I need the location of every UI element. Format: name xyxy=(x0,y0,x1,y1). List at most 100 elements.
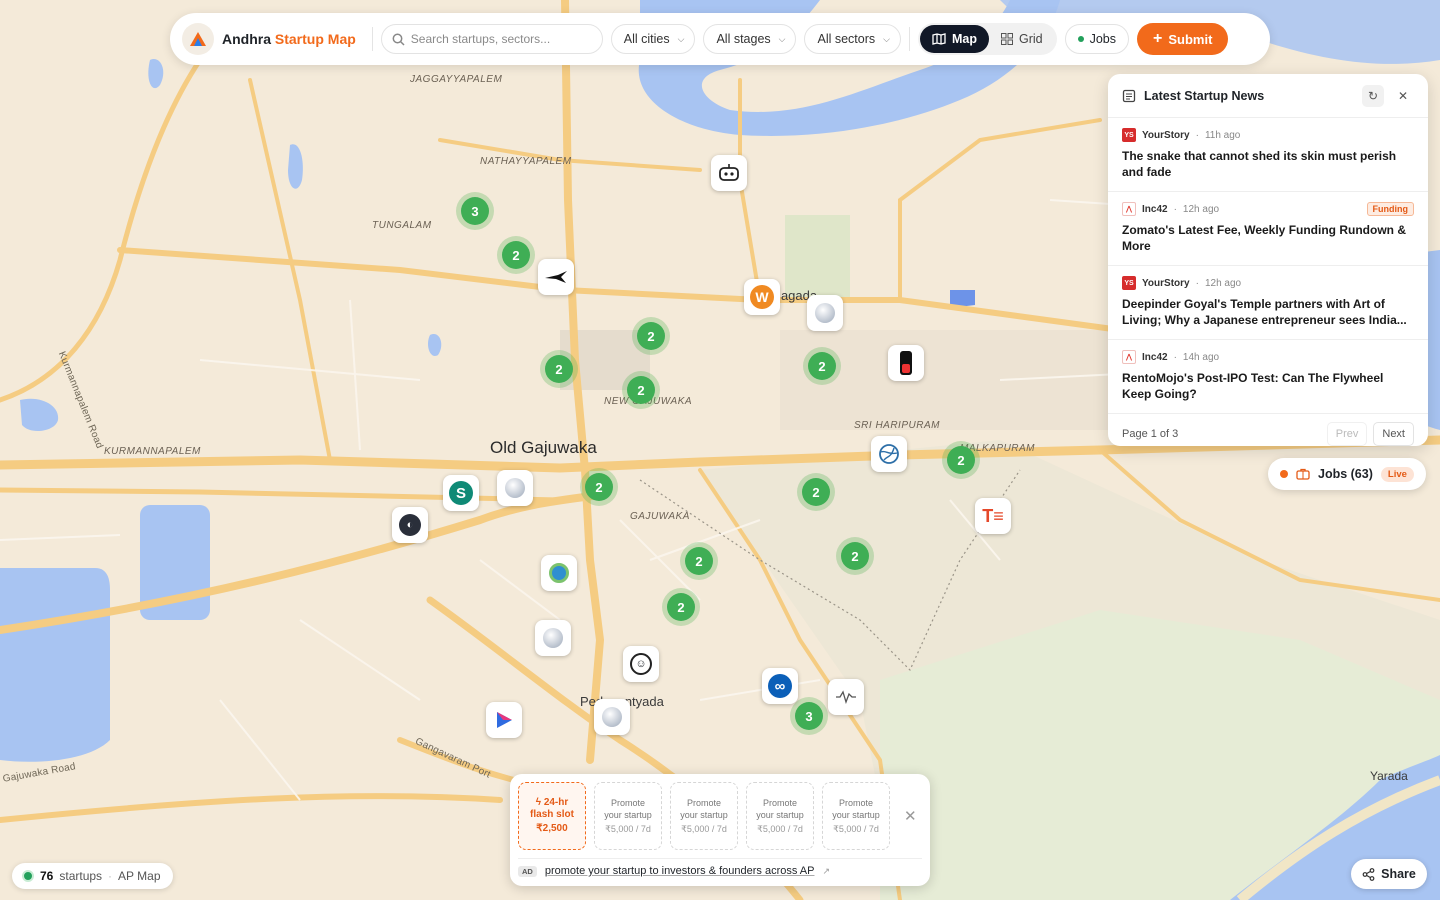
yourstory-logo-icon: YS xyxy=(1122,276,1136,290)
news-item[interactable]: ⋀ Inc42 · 14h ago RentoMojo's Post-IPO T… xyxy=(1108,340,1428,414)
te-logo-icon[interactable]: T≡ xyxy=(975,498,1011,534)
place-label: Yarada xyxy=(1370,769,1408,783)
ad-badge: AD xyxy=(518,865,537,877)
battery-logo-icon[interactable] xyxy=(888,345,924,381)
news-headline: The snake that cannot shed its skin must… xyxy=(1122,149,1397,179)
lightning-icon: ϟ xyxy=(535,797,544,808)
divider xyxy=(371,27,373,51)
next-button[interactable]: Next xyxy=(1373,422,1414,446)
cluster-marker[interactable]: 2 xyxy=(580,468,618,506)
cluster-marker[interactable]: 2 xyxy=(680,542,718,580)
place-label: TUNGALAM xyxy=(372,220,432,231)
promote-slot-card[interactable]: Promote your startup ₹5,000 / 7d xyxy=(822,782,890,850)
news-item[interactable]: ⋀ Inc42 · 12h ago Funding Zomato's Lates… xyxy=(1108,192,1428,266)
live-badge: Live xyxy=(1380,466,1414,482)
inc42-logo-icon: ⋀ xyxy=(1122,202,1136,216)
s-logo-icon[interactable]: S xyxy=(443,475,479,511)
cluster-marker[interactable]: 3 xyxy=(790,697,828,735)
news-item[interactable]: YS YourStory · 11h ago The snake that ca… xyxy=(1108,118,1428,192)
ninja-logo-icon[interactable]: ◐ xyxy=(392,507,428,543)
top-bar: Andhra Startup Map All cities⌵ All stage… xyxy=(170,13,1270,65)
close-icon[interactable]: ✕ xyxy=(904,807,917,825)
news-panel: Latest Startup News ↻ ✕ YS YourStory · 1… xyxy=(1108,74,1428,446)
place-label: KURMANNAPALEM xyxy=(104,446,201,457)
cluster-marker[interactable]: 2 xyxy=(836,537,874,575)
jobs-button[interactable]: Jobs xyxy=(1064,24,1129,54)
page-indicator: Page 1 of 3 xyxy=(1122,428,1179,440)
briefcase-icon xyxy=(1296,468,1310,480)
stage-filter-dropdown[interactable]: All stages ⌵ xyxy=(703,24,797,54)
cluster-marker[interactable]: 3 xyxy=(456,192,494,230)
funding-badge: Funding xyxy=(1366,202,1414,216)
status-dot-icon xyxy=(1280,470,1288,478)
cluster-marker[interactable]: 2 xyxy=(662,588,700,626)
world-logo-icon[interactable] xyxy=(871,436,907,472)
share-icon xyxy=(1362,867,1375,881)
status-dot-icon xyxy=(22,870,34,882)
place-label: SRI HARIPURAM xyxy=(854,420,940,431)
map-view-button[interactable]: Map xyxy=(919,25,989,53)
plus-icon: + xyxy=(1153,30,1163,47)
grid-icon xyxy=(1000,33,1013,45)
globe-logo-icon[interactable] xyxy=(497,470,533,506)
close-icon[interactable]: ✕ xyxy=(1392,85,1414,107)
bird-logo-icon[interactable] xyxy=(538,259,574,295)
globe-logo-icon[interactable] xyxy=(807,295,843,331)
cluster-marker[interactable]: 2 xyxy=(942,441,980,479)
infinity-logo-icon[interactable]: ∞ xyxy=(762,668,798,704)
news-header: Latest Startup News ↻ ✕ xyxy=(1108,74,1428,118)
divider xyxy=(908,27,910,51)
search-input[interactable] xyxy=(410,32,591,46)
cluster-marker[interactable]: 2 xyxy=(632,317,670,355)
chevron-down-icon: ⌵ xyxy=(677,33,685,44)
startup-count-pill: 76 startups · AP Map xyxy=(12,863,173,889)
ad-strip: ϟ 24-hr flash slot ₹2,500 Promote your s… xyxy=(510,774,930,886)
promote-slot-card[interactable]: Promote your startup ₹5,000 / 7d xyxy=(670,782,738,850)
jobs-live-button[interactable]: Jobs (63) Live xyxy=(1268,458,1426,490)
view-toggle: Map Grid xyxy=(917,23,1057,55)
place-label: Old Gajuwaka xyxy=(490,438,597,457)
newspaper-icon xyxy=(1122,89,1136,102)
play-logo-icon[interactable] xyxy=(486,702,522,738)
robot-logo-icon[interactable] xyxy=(711,155,747,191)
share-button[interactable]: Share xyxy=(1351,859,1427,889)
app-title: Andhra Startup Map xyxy=(222,31,356,47)
cluster-marker[interactable]: 2 xyxy=(540,350,578,388)
globe-logo-icon[interactable] xyxy=(594,699,630,735)
grid-view-button[interactable]: Grid xyxy=(989,25,1055,53)
cluster-marker[interactable]: 2 xyxy=(622,371,660,409)
promote-link[interactable]: promote your startup to investors & foun… xyxy=(545,865,815,877)
news-headline: Deepinder Goyal's Temple partners with A… xyxy=(1122,297,1407,327)
cluster-marker[interactable]: 2 xyxy=(803,347,841,385)
app-logo-icon[interactable] xyxy=(182,23,214,55)
news-pagination: Page 1 of 3 Prev Next xyxy=(1108,414,1428,446)
external-link-icon: ↗ xyxy=(822,865,831,876)
submit-button[interactable]: + Submit xyxy=(1137,23,1229,55)
cluster-marker[interactable]: 2 xyxy=(797,473,835,511)
prev-button[interactable]: Prev xyxy=(1326,422,1368,446)
promote-slot-card[interactable]: Promote your startup ₹5,000 / 7d xyxy=(746,782,814,850)
sector-filter-dropdown[interactable]: All sectors ⌵ xyxy=(804,24,901,54)
status-dot-icon xyxy=(1077,36,1084,42)
news-item[interactable]: YS YourStory · 12h ago Deepinder Goyal's… xyxy=(1108,266,1428,340)
place-label: NATHAYYAPALEM xyxy=(480,156,572,167)
chevron-down-icon: ⌵ xyxy=(883,33,890,44)
city-filter-dropdown[interactable]: All cities ⌵ xyxy=(610,24,696,54)
map-icon xyxy=(932,33,946,45)
place-label: JAGGAYYAPALEM xyxy=(410,74,503,85)
globe-logo-icon[interactable] xyxy=(535,620,571,656)
place-label: GAJUWAKA xyxy=(630,511,690,522)
news-headline: RentoMojo's Post-IPO Test: Can The Flywh… xyxy=(1122,371,1384,401)
search-box xyxy=(380,24,603,54)
inc42-logo-icon: ⋀ xyxy=(1122,350,1136,364)
refresh-icon[interactable]: ↻ xyxy=(1362,84,1384,107)
mascot-logo-icon[interactable]: ☺ xyxy=(623,646,659,682)
promote-slot-card[interactable]: Promote your startup ₹5,000 / 7d xyxy=(594,782,662,850)
wave-logo-icon[interactable] xyxy=(828,679,864,715)
news-title: Latest Startup News xyxy=(1144,88,1265,103)
earth-logo-icon[interactable] xyxy=(541,555,577,591)
flash-slot-card[interactable]: ϟ 24-hr flash slot ₹2,500 xyxy=(518,782,586,850)
w-logo-icon[interactable]: W xyxy=(744,279,780,315)
yourstory-logo-icon: YS xyxy=(1122,128,1136,142)
cluster-marker[interactable]: 2 xyxy=(497,236,535,274)
